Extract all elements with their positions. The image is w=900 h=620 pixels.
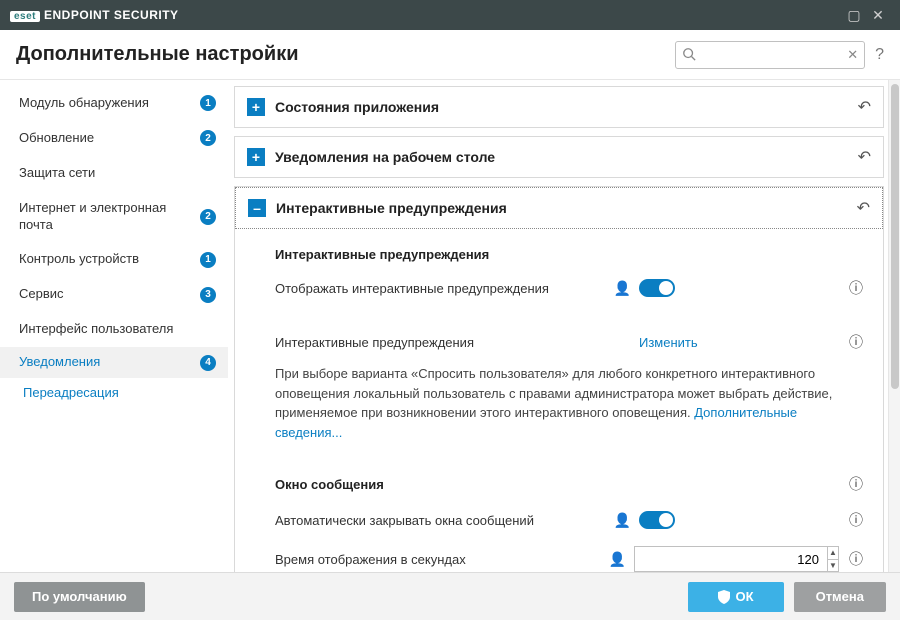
info-icon[interactable]: ⓘ: [849, 278, 863, 298]
brand-badge: eset: [10, 11, 40, 22]
ok-label: ОК: [736, 589, 754, 604]
header: Дополнительные настройки ✕ ?: [0, 30, 900, 80]
toggle-autoclose[interactable]: [639, 511, 675, 529]
timeout-input[interactable]: [635, 552, 827, 567]
row-interactive-edit: Интерактивные предупреждения Изменить ⓘ: [275, 324, 863, 360]
scrollbar-thumb[interactable]: [891, 84, 899, 389]
panel-app-states: + Состояния приложения ↶: [234, 86, 884, 128]
badge: 4: [200, 355, 216, 371]
cancel-button[interactable]: Отмена: [794, 582, 886, 612]
expand-icon: +: [247, 98, 265, 116]
sidebar-item-label: Модуль обнаружения: [19, 95, 194, 112]
sidebar-item-label: Уведомления: [19, 354, 194, 371]
panel-header[interactable]: + Уведомления на рабочем столе ↶: [235, 137, 883, 177]
reset-icon[interactable]: ↶: [857, 198, 870, 218]
edit-link[interactable]: Изменить: [639, 335, 698, 350]
info-icon[interactable]: ⓘ: [849, 510, 863, 530]
sidebar-item-device-control[interactable]: Контроль устройств 1: [0, 242, 228, 277]
panel-interactive-alerts: – Интерактивные предупреждения ↶ Интерак…: [234, 186, 884, 572]
section-title: Окно сообщения: [275, 477, 384, 492]
search-icon: [682, 47, 696, 64]
badge: 1: [200, 95, 216, 111]
sidebar-item-detection[interactable]: Модуль обнаружения 1: [0, 86, 228, 121]
spin-up-icon[interactable]: ▲: [828, 547, 838, 560]
row-timeout: Время отображения в секундах 👤 ▲ ▼: [275, 538, 863, 572]
sidebar-item-label: Переадресация: [23, 385, 216, 402]
shield-icon: [718, 590, 730, 604]
badge: 1: [200, 252, 216, 268]
sidebar-item-label: Интернет и электронная почта: [19, 200, 194, 234]
defaults-button[interactable]: По умолчанию: [14, 582, 145, 612]
collapse-icon: –: [248, 199, 266, 217]
search-box[interactable]: ✕: [675, 41, 865, 69]
search-input[interactable]: [702, 47, 840, 62]
sidebar: Модуль обнаружения 1 Обновление 2 Защита с…: [0, 80, 228, 572]
info-icon[interactable]: ⓘ: [849, 549, 863, 569]
sidebar-item-label: Обновление: [19, 130, 194, 147]
sidebar-item-ui[interactable]: Интерфейс пользователя: [0, 312, 228, 347]
user-icon: 👤: [614, 512, 631, 529]
sidebar-item-notifications[interactable]: Уведомления 4: [0, 347, 228, 378]
row-label: Время отображения в секундах: [275, 552, 609, 567]
spin-buttons: ▲ ▼: [827, 547, 838, 571]
sidebar-item-update[interactable]: Обновление 2: [0, 121, 228, 156]
sidebar-item-redirect[interactable]: Переадресация: [0, 378, 228, 409]
panel-desktop-notifications: + Уведомления на рабочем столе ↶: [234, 136, 884, 178]
sidebar-item-label: Контроль устройств: [19, 251, 194, 268]
sidebar-item-label: Сервис: [19, 286, 194, 303]
spin-down-icon[interactable]: ▼: [828, 560, 838, 572]
sidebar-item-web-email[interactable]: Интернет и электронная почта 2: [0, 191, 228, 243]
panel-header[interactable]: + Состояния приложения ↶: [235, 87, 883, 127]
row-label: Отображать интерактивные предупреждения: [275, 281, 614, 296]
app-logo: eset ENDPOINT SECURITY: [10, 8, 179, 22]
info-icon[interactable]: ⓘ: [849, 332, 863, 352]
badge: 2: [200, 209, 216, 225]
row-messagebox-title: Окно сообщения ⓘ: [275, 466, 863, 502]
reset-icon[interactable]: ↶: [858, 147, 871, 167]
badge: 2: [200, 130, 216, 146]
ok-button[interactable]: ОК: [688, 582, 784, 612]
help-button[interactable]: ?: [875, 46, 884, 64]
panel-title: Уведомления на рабочем столе: [275, 149, 858, 165]
row-label: Интерактивные предупреждения: [275, 335, 639, 350]
clear-search-icon[interactable]: ✕: [847, 47, 858, 63]
scrollbar-track[interactable]: [888, 80, 900, 572]
panel-title: Состояния приложения: [275, 99, 858, 115]
product-name: ENDPOINT SECURITY: [44, 8, 179, 22]
row-autoclose: Автоматически закрывать окна сообщений 👤…: [275, 502, 863, 538]
badge: 3: [200, 287, 216, 303]
info-icon[interactable]: ⓘ: [849, 474, 863, 494]
section-title: Интерактивные предупреждения: [275, 247, 863, 262]
sidebar-item-tools[interactable]: Сервис 3: [0, 277, 228, 312]
user-icon: 👤: [609, 551, 626, 568]
titlebar: eset ENDPOINT SECURITY ▢ ✕: [0, 0, 900, 30]
window-close-icon[interactable]: ✕: [866, 3, 890, 27]
description-text: При выборе варианта «Спросить пользовате…: [275, 364, 863, 442]
panel-body: Интерактивные предупреждения Отображать …: [235, 229, 883, 572]
content-area: + Состояния приложения ↶ + Уведомления н…: [228, 80, 888, 572]
reset-icon[interactable]: ↶: [858, 97, 871, 117]
panel-title: Интерактивные предупреждения: [276, 200, 857, 216]
page-title: Дополнительные настройки: [16, 43, 299, 66]
sidebar-item-network[interactable]: Защита сети: [0, 156, 228, 191]
user-icon: 👤: [614, 280, 631, 297]
timeout-field[interactable]: ▲ ▼: [634, 546, 839, 572]
footer: По умолчанию ОК Отмена: [0, 572, 900, 620]
expand-icon: +: [247, 148, 265, 166]
row-show-alerts: Отображать интерактивные предупреждения …: [275, 270, 863, 306]
panel-header[interactable]: – Интерактивные предупреждения ↶: [235, 187, 883, 229]
sidebar-item-label: Интерфейс пользователя: [19, 321, 216, 338]
sidebar-item-label: Защита сети: [19, 165, 216, 182]
row-label: Автоматически закрывать окна сообщений: [275, 513, 614, 528]
window-maximize-icon[interactable]: ▢: [842, 3, 866, 27]
toggle-show-alerts[interactable]: [639, 279, 675, 297]
